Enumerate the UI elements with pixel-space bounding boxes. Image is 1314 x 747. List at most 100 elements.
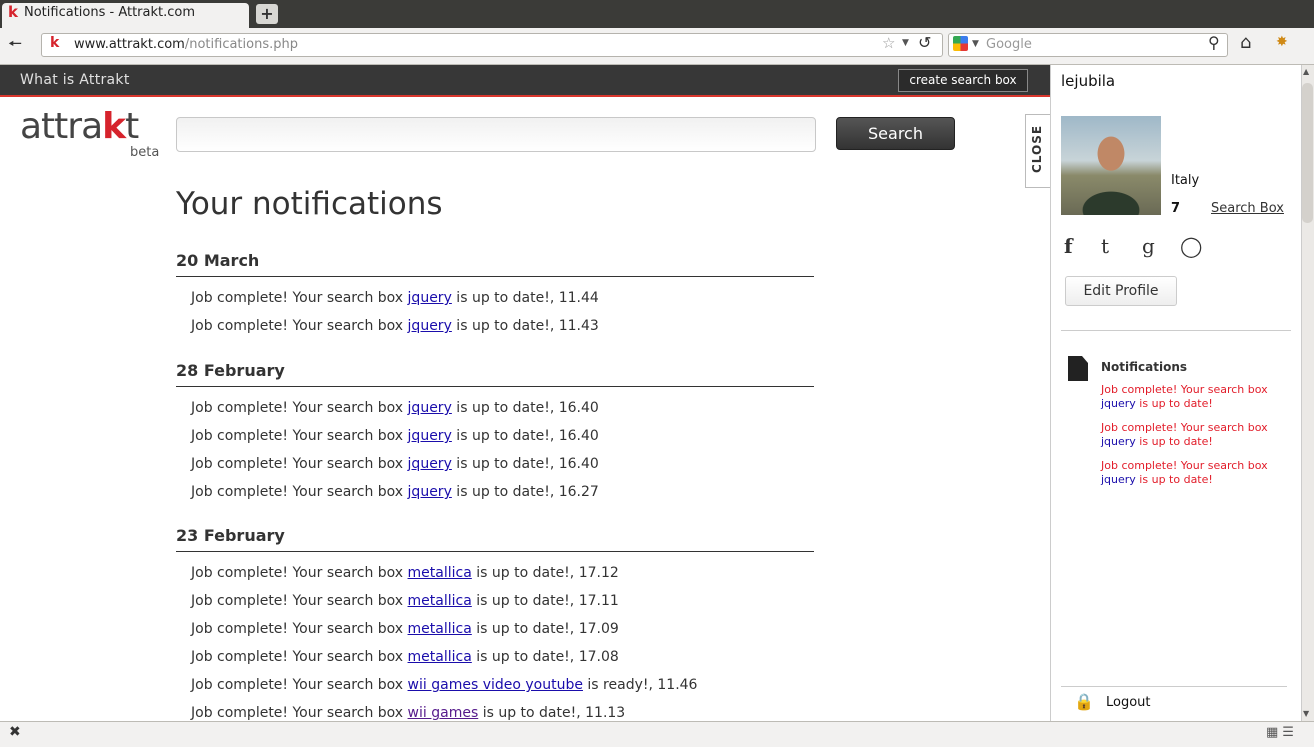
- close-sidebar-label[interactable]: CLOSE: [1030, 125, 1044, 173]
- notification-text: is up to date!, 16.40: [451, 400, 599, 416]
- notification-text: is up to date!, 11.13: [478, 705, 626, 721]
- notification-text: is up to date!, 11.43: [451, 318, 599, 334]
- twitter-icon[interactable]: t: [1101, 234, 1109, 258]
- search-icon[interactable]: ⚲: [1208, 33, 1220, 52]
- new-tab-button[interactable]: +: [256, 4, 278, 24]
- search-box-link[interactable]: wii games video youtube: [408, 677, 583, 693]
- notification-text: is up to date!, 16.27: [451, 484, 599, 500]
- notification-text: Job complete! Your search box: [1101, 383, 1268, 396]
- divider: [1061, 330, 1291, 331]
- search-box-link[interactable]: jquery: [408, 318, 452, 334]
- search-box-profile-link[interactable]: Search Box: [1211, 201, 1284, 216]
- back-arrow-icon[interactable]: 🠔: [8, 33, 22, 60]
- search-box-link[interactable]: jquery: [408, 290, 452, 306]
- notification-text: is up to date!, 16.40: [451, 456, 599, 472]
- notification-text: is up to date!, 17.09: [471, 621, 619, 637]
- user-country: Italy: [1171, 173, 1200, 188]
- browser-status-bar: [0, 721, 1314, 747]
- notification-text: Job complete! Your search box: [191, 621, 408, 637]
- attrakt-logo[interactable]: attrakt: [20, 106, 139, 147]
- notification-text: is up to date!: [1135, 397, 1213, 410]
- search-box-link[interactable]: jquery: [1101, 435, 1136, 448]
- notification-text: is up to date!: [1135, 435, 1213, 448]
- date-heading: 28 February: [176, 361, 814, 387]
- notification-text: is up to date!, 16.40: [451, 428, 599, 444]
- search-box-link[interactable]: metallica: [408, 593, 472, 609]
- url-path: /notifications.php: [184, 37, 298, 52]
- notification-text: Job complete! Your search box: [191, 649, 408, 665]
- google-icon[interactable]: [953, 36, 968, 51]
- date-heading: 23 February: [176, 526, 814, 552]
- search-box-link[interactable]: jquery: [1101, 397, 1136, 410]
- search-box-link[interactable]: jquery: [1101, 473, 1136, 486]
- google-icon[interactable]: g: [1142, 234, 1155, 258]
- notification-text: is up to date!, 17.11: [471, 593, 619, 609]
- logo-text-suffix: t: [125, 106, 139, 147]
- search-box-link[interactable]: metallica: [408, 565, 472, 581]
- sidebar-notification: Job complete! Your search box jquery is …: [1101, 383, 1281, 411]
- search-button[interactable]: Search: [836, 117, 955, 150]
- search-box-link[interactable]: wii games: [408, 705, 479, 721]
- username: lejubila: [1061, 72, 1116, 90]
- list-item: Job complete! Your search box jquery is …: [191, 318, 599, 334]
- date-heading: 20 March: [176, 251, 814, 277]
- edit-profile-button[interactable]: Edit Profile: [1065, 276, 1177, 306]
- scroll-down-icon[interactable]: ▼: [1303, 709, 1309, 718]
- list-item: Job complete! Your search box jquery is …: [191, 428, 599, 444]
- notification-text: is up to date!, 11.44: [451, 290, 599, 306]
- search-box-link[interactable]: jquery: [408, 400, 452, 416]
- tab-title[interactable]: Notifications - Attrakt.com: [24, 5, 195, 20]
- site-top-bar: [0, 65, 1050, 97]
- logo-k: k: [102, 106, 126, 147]
- notification-text: Job complete! Your search box: [191, 565, 408, 581]
- scroll-up-icon[interactable]: ▲: [1303, 67, 1309, 76]
- what-is-link[interactable]: What is Attrakt: [20, 72, 130, 88]
- search-box-link[interactable]: jquery: [408, 484, 452, 500]
- notification-text: Job complete! Your search box: [191, 400, 408, 416]
- tab-favicon-icon: k: [8, 3, 18, 21]
- page-title: Your notifications: [176, 186, 443, 222]
- browser-search-placeholder: Google: [986, 37, 1032, 52]
- search-box-link[interactable]: metallica: [408, 649, 472, 665]
- logo-beta-label: beta: [130, 145, 160, 160]
- logout-link[interactable]: Logout: [1106, 695, 1151, 710]
- document-icon: [1068, 356, 1088, 381]
- search-box-link[interactable]: metallica: [408, 621, 472, 637]
- status-bar-icons[interactable]: ▦☰: [1266, 725, 1298, 740]
- scrollbar-thumb[interactable]: [1302, 83, 1313, 223]
- reload-icon[interactable]: ↺: [918, 33, 931, 52]
- notification-text: is up to date!: [1135, 473, 1213, 486]
- url-domain: www.attrakt.com: [74, 37, 185, 52]
- notification-text: Job complete! Your search box: [191, 484, 408, 500]
- notification-text: is up to date!, 17.08: [471, 649, 619, 665]
- chat-icon[interactable]: ◯: [1180, 234, 1202, 258]
- notification-text: Job complete! Your search box: [191, 677, 408, 693]
- list-item: Job complete! Your search box jquery is …: [191, 484, 599, 500]
- chevron-down-icon[interactable]: ▼: [972, 39, 979, 49]
- notification-text: Job complete! Your search box: [191, 318, 408, 334]
- notification-text: Job complete! Your search box: [1101, 459, 1268, 472]
- search-box-link[interactable]: jquery: [408, 428, 452, 444]
- site-favicon-icon: k: [50, 35, 60, 51]
- facebook-icon[interactable]: f: [1064, 234, 1073, 258]
- url-text[interactable]: www.attrakt.com/notifications.php: [74, 37, 298, 52]
- list-item: Job complete! Your search box metallica …: [191, 649, 619, 665]
- extension-icon[interactable]: ✸: [1276, 34, 1288, 50]
- list-item: Job complete! Your search box metallica …: [191, 565, 619, 581]
- home-icon[interactable]: ⌂: [1240, 32, 1251, 53]
- sidebar-notifications-heading[interactable]: Notifications: [1101, 360, 1187, 374]
- notification-text: is ready!, 11.46: [582, 677, 698, 693]
- notification-text: Job complete! Your search box: [191, 290, 408, 306]
- notification-text: Job complete! Your search box: [191, 428, 408, 444]
- list-item: Job complete! Your search box metallica …: [191, 593, 619, 609]
- close-icon[interactable]: ✖: [9, 724, 21, 740]
- sidebar-notification: Job complete! Your search box jquery is …: [1101, 459, 1281, 487]
- star-icon[interactable]: ☆: [882, 34, 895, 52]
- avatar[interactable]: [1061, 116, 1161, 215]
- search-box-link[interactable]: jquery: [408, 456, 452, 472]
- notification-text: Job complete! Your search box: [191, 456, 408, 472]
- main-search-input[interactable]: [176, 117, 816, 152]
- chevron-down-icon[interactable]: ▼: [902, 38, 909, 48]
- search-box-count: 7: [1171, 201, 1181, 216]
- create-search-box-button[interactable]: create search box: [898, 69, 1028, 92]
